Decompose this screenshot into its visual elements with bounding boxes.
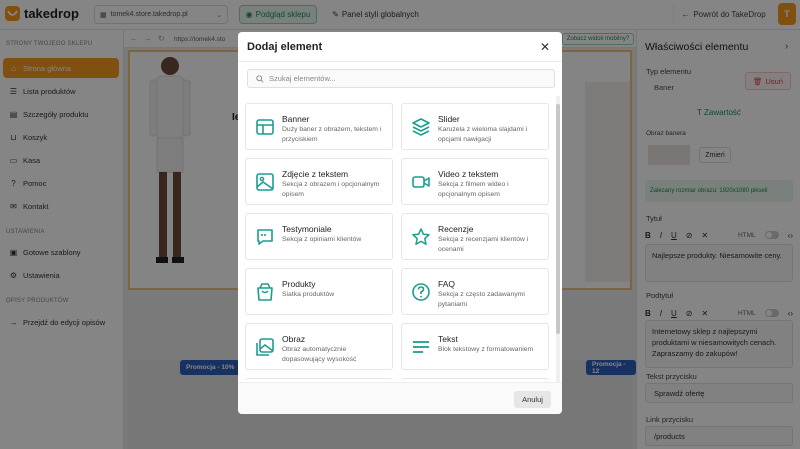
banner-icon bbox=[256, 119, 274, 135]
modal-title: Dodaj element bbox=[247, 41, 323, 53]
gallery-icon bbox=[256, 338, 274, 356]
element-card-desc: Karuzela z wieloma slajdami i opcjami na… bbox=[438, 126, 528, 143]
element-list-scrollbar[interactable] bbox=[556, 96, 560, 384]
element-card-desc: Duży baner z obrazem, tekstem i przycisk… bbox=[282, 126, 382, 143]
element-card-partial[interactable] bbox=[245, 378, 393, 380]
element-card-desc: Sekcja z często zadawanymi pytaniami bbox=[438, 291, 525, 308]
element-card-image[interactable]: Obraz Obraz automatycznie dopasowujący w… bbox=[245, 323, 393, 370]
element-card-title: Zdjęcie z tekstem bbox=[282, 169, 349, 179]
element-card-banner[interactable]: Banner Duży baner z obrazem, tekstem i p… bbox=[245, 103, 393, 150]
video-icon bbox=[412, 176, 430, 188]
element-card-title: Slider bbox=[438, 114, 460, 124]
cancel-button[interactable]: Anuluj bbox=[514, 391, 551, 408]
close-icon[interactable]: ✕ bbox=[540, 40, 550, 54]
element-card-desc: Siatka produktów bbox=[282, 291, 335, 298]
element-card-desc: Obraz automatycznie dopasowujący wysokoś… bbox=[282, 346, 357, 363]
scrollbar-thumb[interactable] bbox=[556, 104, 560, 334]
text-icon bbox=[413, 341, 429, 353]
element-card-title: Video z tekstem bbox=[438, 169, 499, 179]
element-search-input[interactable]: Szukaj elementów... bbox=[247, 69, 555, 88]
add-element-modal: Dodaj element ✕ Szukaj elementów... Bann… bbox=[238, 32, 562, 414]
element-card-title: Recenzje bbox=[438, 224, 474, 234]
element-card-reviews[interactable]: Recenzje Sekcja z recenzjami klientów i … bbox=[401, 213, 549, 260]
element-card-title: Produkty bbox=[282, 279, 316, 289]
element-card-slider[interactable]: Slider Karuzela z wieloma slajdami i opc… bbox=[401, 103, 549, 150]
element-card-title: Obraz bbox=[282, 334, 306, 344]
element-card-title: Tekst bbox=[438, 334, 458, 344]
element-card-desc: Sekcja z recenzjami klientów i ocenami bbox=[438, 236, 529, 253]
search-icon bbox=[256, 74, 264, 83]
element-card-text[interactable]: Tekst Blok tekstowy z formatowaniem bbox=[401, 323, 549, 370]
element-card-video[interactable]: Video z tekstem Sekcja z filmem wideo i … bbox=[401, 158, 549, 205]
element-card-desc: Blok tekstowy z formatowaniem bbox=[438, 346, 534, 353]
element-card-title: Banner bbox=[282, 114, 310, 124]
element-card-title: Testymoniale bbox=[282, 224, 332, 234]
element-card-testimonials[interactable]: Testymoniale Sekcja z opiniami klientów bbox=[245, 213, 393, 260]
products-icon bbox=[257, 283, 273, 301]
element-card-desc: Sekcja z filmem wideo i opcjonalnym opis… bbox=[438, 181, 509, 198]
faq-icon bbox=[412, 283, 430, 301]
testimonial-icon bbox=[257, 229, 273, 245]
element-card-products[interactable]: Produkty Siatka produktów bbox=[245, 268, 393, 315]
element-list: Banner Duży baner z obrazem, tekstem i p… bbox=[245, 103, 550, 380]
modal-footer: Anuluj bbox=[238, 382, 562, 414]
element-card-faq[interactable]: FAQ Sekcja z często zadawanymi pytaniami bbox=[401, 268, 549, 315]
slider-icon bbox=[412, 118, 430, 136]
element-card-desc: Sekcja z opiniami klientów bbox=[282, 236, 362, 243]
modal-divider bbox=[238, 61, 562, 62]
element-card-desc: Sekcja z obrazem i opcjonalnym opisem bbox=[282, 181, 380, 198]
image-text-icon bbox=[256, 173, 274, 191]
element-card-image-text[interactable]: Zdjęcie z tekstem Sekcja z obrazem i opc… bbox=[245, 158, 393, 205]
element-card-title: FAQ bbox=[438, 279, 456, 289]
search-placeholder: Szukaj elementów... bbox=[269, 74, 336, 83]
element-card-partial[interactable] bbox=[401, 378, 549, 380]
star-icon bbox=[412, 228, 430, 245]
